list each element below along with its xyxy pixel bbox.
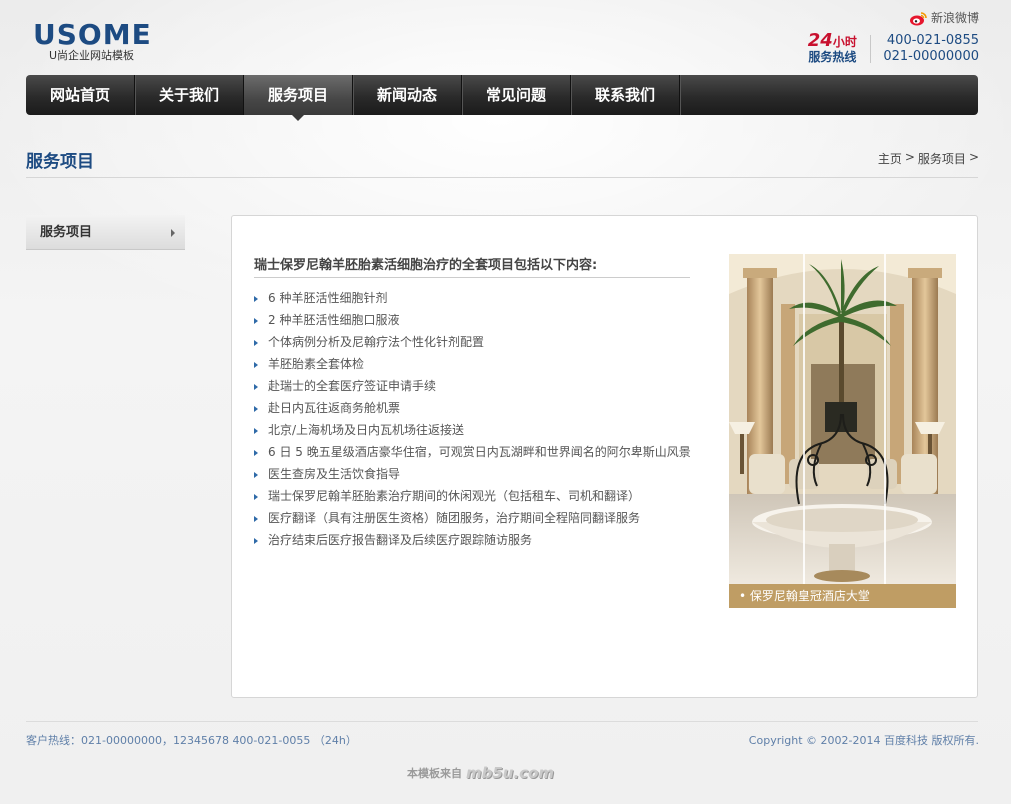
breadcrumb: 主页 > 服务项目 >: [878, 150, 979, 167]
nav-item-news[interactable]: 新闻动态: [353, 75, 462, 115]
photo-caption: 保罗尼翰皇冠酒店大堂: [729, 584, 956, 608]
hotline-phone-1: 400-021-0855: [886, 33, 979, 48]
nav-item-services[interactable]: 服务项目: [244, 75, 353, 121]
hotline-phone-2: 021-00000000: [883, 49, 979, 64]
content-intro: 瑞士保罗尼翰羊胚胎素活细胞治疗的全套项目包括以下内容:: [254, 254, 690, 278]
credit-logo: mb5u.com: [466, 764, 555, 782]
nav-item-about[interactable]: 关于我们: [135, 75, 244, 115]
list-item: 治疗结束后医疗报告翻译及后续医疗跟踪随访服务: [254, 529, 691, 551]
logo-tagline: U尚企业网站模板: [49, 49, 135, 62]
list-item: 6 日 5 晚五星级酒店豪华住宿，可观赏日内瓦湖畔和世界闻名的阿尔卑斯山风景: [254, 441, 691, 463]
list-item: 医疗翻译（具有注册医生资格）随团服务，治疗期间全程陪同翻译服务: [254, 507, 691, 529]
breadcrumb-home[interactable]: 主页: [878, 150, 902, 167]
nav-item-home[interactable]: 网站首页: [26, 75, 135, 115]
list-item: 6 种羊胚活性细胞针剂: [254, 287, 691, 309]
list-item: 个体病例分析及尼翰疗法个性化针剂配置: [254, 331, 691, 353]
credit-text: 本模板来自: [407, 767, 462, 780]
hotline-hours-unit: 小时: [832, 35, 857, 49]
content-panel: 瑞士保罗尼翰羊胚胎素活细胞治疗的全套项目包括以下内容: 6 种羊胚活性细胞针剂 …: [231, 215, 978, 698]
logo-wordmark: USOME: [33, 18, 152, 51]
page-title: 服务项目: [26, 152, 94, 172]
hotline-numbers: 400-021-0855 021-00000000: [883, 33, 979, 65]
template-credit[interactable]: 本模板来自 mb5u.com: [407, 764, 554, 782]
footer-divider: [26, 721, 978, 722]
hotline-divider: [870, 35, 872, 63]
weibo-label: 新浪微博: [930, 11, 979, 25]
list-item: 瑞士保罗尼翰羊胚胎素治疗期间的休闲观光（包括租车、司机和翻译）: [254, 485, 691, 507]
footer-copyright: Copyright © 2002-2014 百度科技 版权所有.: [748, 734, 979, 747]
list-item: 北京/上海机场及日内瓦机场往返接送: [254, 419, 691, 441]
weibo-icon: [909, 11, 927, 25]
main-nav: 网站首页 关于我们 服务项目 新闻动态 常见问题 联系我们: [26, 75, 978, 121]
service-list: 6 种羊胚活性细胞针剂 2 种羊胚活性细胞口服液 个体病例分析及尼翰疗法个性化针…: [254, 287, 691, 551]
sidebar-item-label: 服务项目: [40, 225, 93, 240]
list-item: 赴日内瓦往返商务舱机票: [254, 397, 691, 419]
list-item: 2 种羊胚活性细胞口服液: [254, 309, 691, 331]
hotline-label: 服务热线: [808, 50, 857, 64]
hotline-badge: 24小时 服务热线: [806, 30, 858, 65]
hotline-hours: 24: [807, 30, 833, 51]
weibo-link[interactable]: 新浪微博: [909, 9, 979, 26]
list-item: 赴瑞士的全套医疗签证申请手续: [254, 375, 691, 397]
breadcrumb-separator: >: [904, 150, 915, 164]
breadcrumb-current[interactable]: 服务项目: [918, 150, 966, 167]
nav-item-faq[interactable]: 常见问题: [462, 75, 571, 115]
footer-hotline: 客户热线：021-00000000，12345678 400-021-0055 …: [26, 734, 357, 747]
sidebar-item-services[interactable]: 服务项目: [26, 215, 185, 250]
hotline: 24小时 服务热线 400-021-0855 021-00000000: [806, 30, 979, 65]
title-divider: [26, 177, 978, 178]
site-logo[interactable]: USOME U尚企业网站模板: [33, 20, 153, 62]
nav-item-contact[interactable]: 联系我们: [571, 75, 680, 115]
breadcrumb-separator: >: [968, 150, 979, 164]
page: USOME U尚企业网站模板 新浪微博 24小时 服务热线 400-021-08…: [0, 0, 1011, 804]
hotel-lobby-photo: [729, 254, 956, 584]
list-item: 羊胚胎素全套体检: [254, 353, 691, 375]
list-item: 医生查房及生活饮食指导: [254, 463, 691, 485]
chevron-right-icon: [171, 229, 175, 237]
